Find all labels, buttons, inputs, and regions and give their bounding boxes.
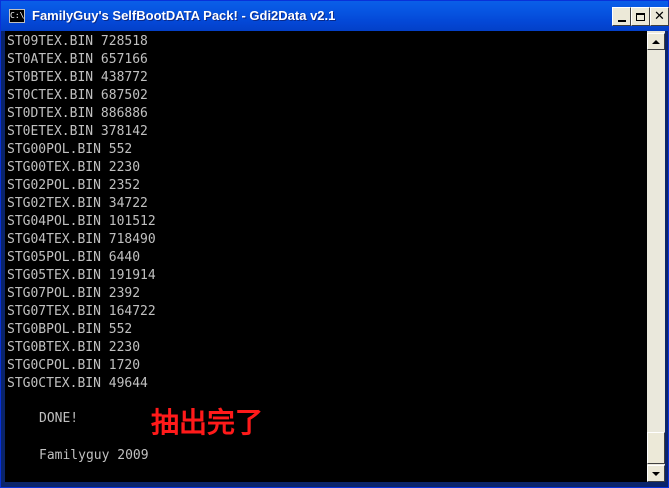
console-line: STG0BTEX.BIN 2230 bbox=[7, 340, 141, 355]
console-line: STG0CTEX.BIN 49644 bbox=[7, 376, 148, 391]
console-line: STG05TEX.BIN 191914 bbox=[7, 268, 156, 283]
console-line: STG02TEX.BIN 34722 bbox=[7, 196, 148, 211]
scrollbar-thumb[interactable] bbox=[647, 432, 665, 464]
arrow-down-icon bbox=[652, 471, 660, 476]
close-button[interactable]: ✕ bbox=[650, 7, 669, 26]
console-line: STG0CPOL.BIN 1720 bbox=[7, 358, 141, 373]
console-line: ST0DTEX.BIN 886886 bbox=[7, 106, 148, 121]
console-line: STG04TEX.BIN 718490 bbox=[7, 232, 156, 247]
maximize-button[interactable] bbox=[631, 7, 650, 26]
console-line: ST0ETEX.BIN 378142 bbox=[7, 124, 148, 139]
scroll-up-button[interactable] bbox=[647, 33, 665, 50]
close-icon: ✕ bbox=[654, 9, 665, 24]
console-line: ST09TEX.BIN 728518 bbox=[7, 34, 148, 49]
console-line: ST0CTEX.BIN 687502 bbox=[7, 88, 148, 103]
console-line: STG07TEX.BIN 164722 bbox=[7, 304, 156, 319]
maximize-icon bbox=[636, 12, 645, 21]
window-title: FamilyGuy's SelfBootDATA Pack! - Gdi2Dat… bbox=[32, 8, 336, 23]
console-window: C:\ FamilyGuy's SelfBootDATA Pack! - Gdi… bbox=[0, 0, 669, 488]
minimize-button[interactable] bbox=[612, 7, 631, 26]
title-bar[interactable]: C:\ FamilyGuy's SelfBootDATA Pack! - Gdi… bbox=[1, 1, 669, 31]
extraction-complete-label: 抽出完了 bbox=[151, 406, 264, 439]
console-line: STG05POL.BIN 6440 bbox=[7, 250, 141, 265]
console-app-icon[interactable]: C:\ bbox=[9, 9, 25, 23]
console-line: STG0BPOL.BIN 552 bbox=[7, 322, 133, 337]
console-line: STG00TEX.BIN 2230 bbox=[7, 160, 141, 175]
console-line: STG00POL.BIN 552 bbox=[7, 142, 133, 157]
arrow-up-icon bbox=[652, 39, 660, 44]
console-line: ST0BTEX.BIN 438772 bbox=[7, 70, 148, 85]
scroll-down-button[interactable] bbox=[647, 465, 665, 482]
done-message: DONE! bbox=[39, 411, 79, 426]
console-line: STG02POL.BIN 2352 bbox=[7, 178, 141, 193]
vertical-scrollbar[interactable] bbox=[647, 31, 665, 482]
console-line: STG04POL.BIN 101512 bbox=[7, 214, 156, 229]
console-line: ST0ATEX.BIN 657166 bbox=[7, 52, 148, 67]
credit-line: Familyguy 2009 bbox=[39, 448, 149, 463]
console-output: ST09TEX.BIN 728518 ST0ATEX.BIN 657166 ST0B… bbox=[5, 31, 647, 482]
console-line: STG07POL.BIN 2392 bbox=[7, 286, 141, 301]
minimize-icon bbox=[617, 19, 626, 22]
